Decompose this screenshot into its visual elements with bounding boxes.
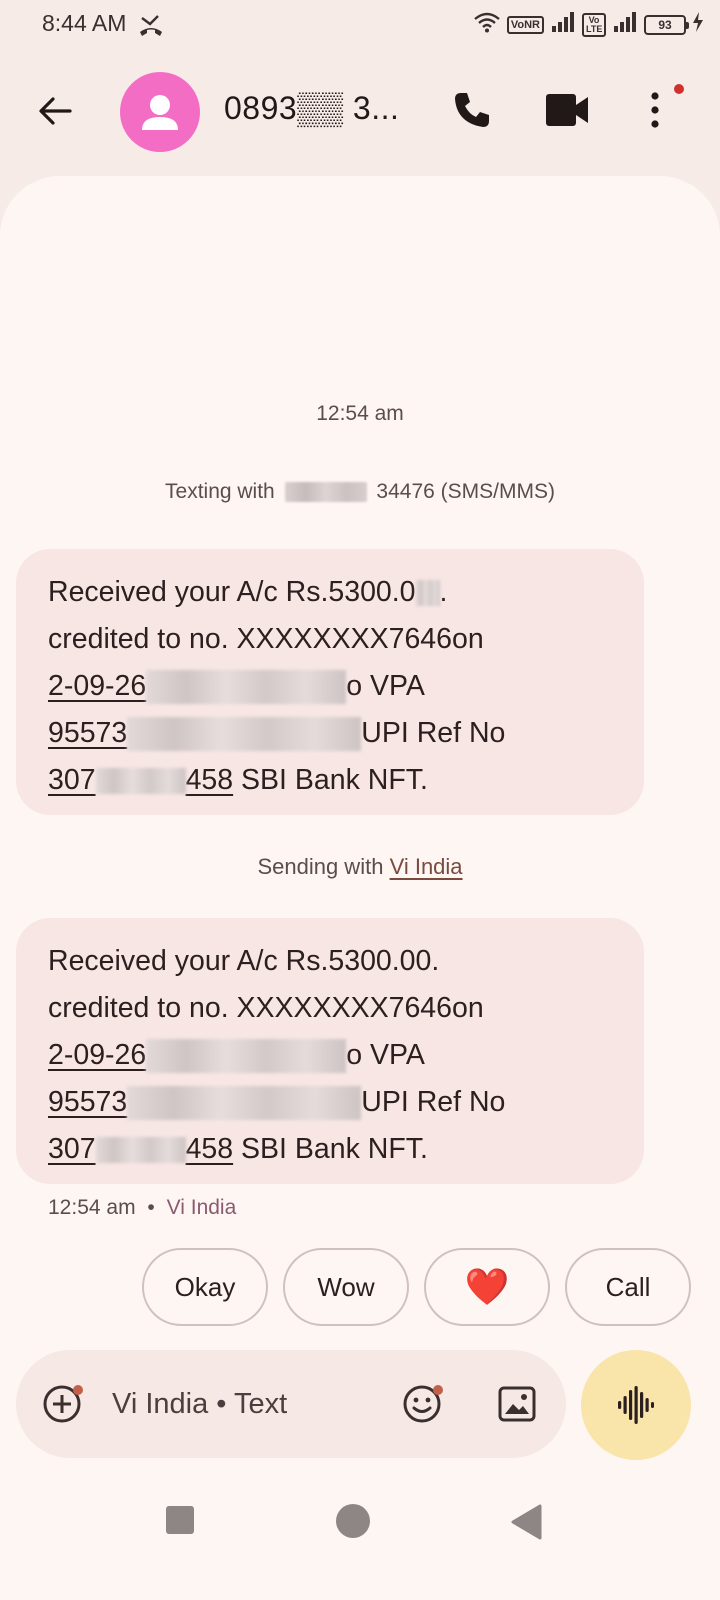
recents-button[interactable] bbox=[166, 1506, 194, 1534]
add-attachment-icon[interactable] bbox=[42, 1384, 86, 1429]
wifi-icon bbox=[473, 11, 501, 38]
texting-with-label: Texting with 34476 (SMS/MMS) bbox=[0, 480, 720, 504]
ref-number-end: 458 bbox=[185, 1133, 234, 1165]
redacted-text bbox=[415, 580, 440, 607]
message-bubble[interactable]: Received your A/c Rs.5300.00. credited t… bbox=[16, 918, 644, 1184]
suggestion-chip-okay[interactable]: Okay bbox=[142, 1248, 268, 1326]
redacted-text bbox=[146, 1039, 347, 1074]
message-text: Received your A/c Rs.5300.0 bbox=[48, 576, 416, 608]
message-text: o VPA bbox=[346, 670, 425, 702]
contact-name[interactable]: 0893▒▒ 3... bbox=[224, 90, 399, 127]
home-button[interactable] bbox=[336, 1504, 370, 1538]
status-icons: VoNR Vo LTE 93 bbox=[473, 11, 704, 38]
suggestion-chip-call[interactable]: Call bbox=[565, 1248, 691, 1326]
message-line: 95573 UPI Ref No bbox=[48, 710, 612, 757]
charging-bolt-icon bbox=[692, 12, 704, 37]
message-meta: 12:54 am • Vi India bbox=[48, 1196, 236, 1220]
sim-selector-link[interactable]: Vi India bbox=[390, 854, 463, 879]
message-line: 2-09-26 o VPA bbox=[48, 663, 612, 710]
suggestion-chip-heart[interactable]: ❤️ bbox=[424, 1248, 550, 1326]
avatar-person-icon bbox=[142, 95, 178, 130]
message-line: 307 458 SBI Bank NFT. bbox=[48, 757, 612, 804]
waveform-icon bbox=[618, 1386, 654, 1424]
volte-badge: Vo LTE bbox=[582, 12, 606, 37]
message-line: credited to no. XXXXXXXX7646on bbox=[48, 616, 612, 663]
avatar[interactable] bbox=[120, 72, 200, 152]
redacted-text bbox=[127, 1086, 362, 1121]
texting-with-prefix: Texting with bbox=[165, 480, 275, 503]
redacted-number bbox=[284, 482, 367, 503]
message-line: credited to no. XXXXXXXX7646on bbox=[48, 985, 612, 1032]
message-text: UPI Ref No bbox=[361, 1086, 506, 1118]
notification-dot bbox=[674, 84, 684, 94]
sending-with-label: Sending with Vi India bbox=[0, 854, 720, 880]
date-link[interactable]: 2-09-26 bbox=[48, 1039, 146, 1071]
message-line: 2-09-26 o VPA bbox=[48, 1032, 612, 1079]
signal-icon-1 bbox=[550, 12, 576, 37]
redacted-text bbox=[95, 768, 186, 795]
ref-number-end: 458 bbox=[185, 764, 234, 796]
status-time: 8:44 AM bbox=[42, 10, 127, 36]
message-bubble[interactable]: Received your A/c Rs.5300.0. credited to… bbox=[16, 549, 644, 815]
redacted-text bbox=[146, 670, 347, 705]
message-text: credited to no. XXXXXXXX7646on bbox=[48, 623, 484, 655]
number-link[interactable]: 95573 bbox=[48, 1086, 127, 1118]
messages-screen: 8:44 AM VoNR Vo LTE 93 0893▒▒ 3... 12:54… bbox=[0, 0, 720, 1600]
number-link[interactable]: 95573 bbox=[48, 717, 127, 749]
compose-bar[interactable]: Vi India • Text bbox=[16, 1350, 566, 1458]
signal-icon-2 bbox=[612, 12, 638, 37]
missed-call-icon bbox=[138, 12, 164, 43]
meta-separator: • bbox=[147, 1196, 155, 1219]
message-line: 95573 UPI Ref No bbox=[48, 1079, 612, 1126]
message-text: SBI Bank NFT. bbox=[233, 1133, 428, 1165]
message-carrier: Vi India bbox=[166, 1196, 237, 1219]
texting-with-suffix: 34476 (SMS/MMS) bbox=[376, 480, 555, 503]
conversation-header: 0893▒▒ 3... bbox=[0, 62, 720, 162]
message-line: Received your A/c Rs.5300.0. bbox=[48, 569, 612, 616]
voice-message-button[interactable] bbox=[581, 1350, 691, 1460]
message-text: Received your A/c Rs.5300.00. bbox=[48, 945, 440, 977]
status-bar: 8:44 AM VoNR Vo LTE 93 bbox=[0, 0, 720, 50]
suggestion-chip-wow[interactable]: Wow bbox=[283, 1248, 409, 1326]
sending-with-prefix: Sending with bbox=[257, 854, 384, 879]
date-label: 12:54 am bbox=[316, 402, 404, 425]
redacted-text bbox=[95, 1137, 186, 1164]
battery-icon: 93 bbox=[644, 14, 689, 35]
video-call-icon[interactable] bbox=[546, 94, 588, 131]
emoji-icon[interactable] bbox=[402, 1384, 446, 1429]
ref-number-link[interactable]: 307 458 bbox=[48, 1133, 233, 1165]
message-text: SBI Bank NFT. bbox=[233, 764, 428, 796]
message-line: 307 458 SBI Bank NFT. bbox=[48, 1126, 612, 1173]
more-vert-icon[interactable] bbox=[650, 90, 660, 135]
back-arrow-icon[interactable] bbox=[36, 92, 74, 135]
message-line: Received your A/c Rs.5300.00. bbox=[48, 938, 612, 985]
vonr-badge: VoNR bbox=[506, 15, 544, 34]
ref-number-start: 307 bbox=[48, 1133, 96, 1165]
message-text: . bbox=[439, 576, 448, 608]
message-text: UPI Ref No bbox=[361, 717, 506, 749]
redacted-text bbox=[127, 717, 362, 752]
message-input[interactable]: Vi India • Text bbox=[112, 1388, 287, 1421]
ref-number-start: 307 bbox=[48, 764, 96, 796]
phone-icon[interactable] bbox=[452, 90, 492, 135]
message-text: credited to no. XXXXXXXX7646on bbox=[48, 992, 484, 1024]
nav-back-icon[interactable] bbox=[510, 1504, 542, 1545]
message-text: o VPA bbox=[346, 1039, 425, 1071]
gallery-icon[interactable] bbox=[498, 1386, 536, 1427]
message-timestamp: 12:54 am bbox=[48, 1196, 136, 1219]
ref-number-link[interactable]: 307 458 bbox=[48, 764, 233, 796]
date-link[interactable]: 2-09-26 bbox=[48, 670, 146, 702]
